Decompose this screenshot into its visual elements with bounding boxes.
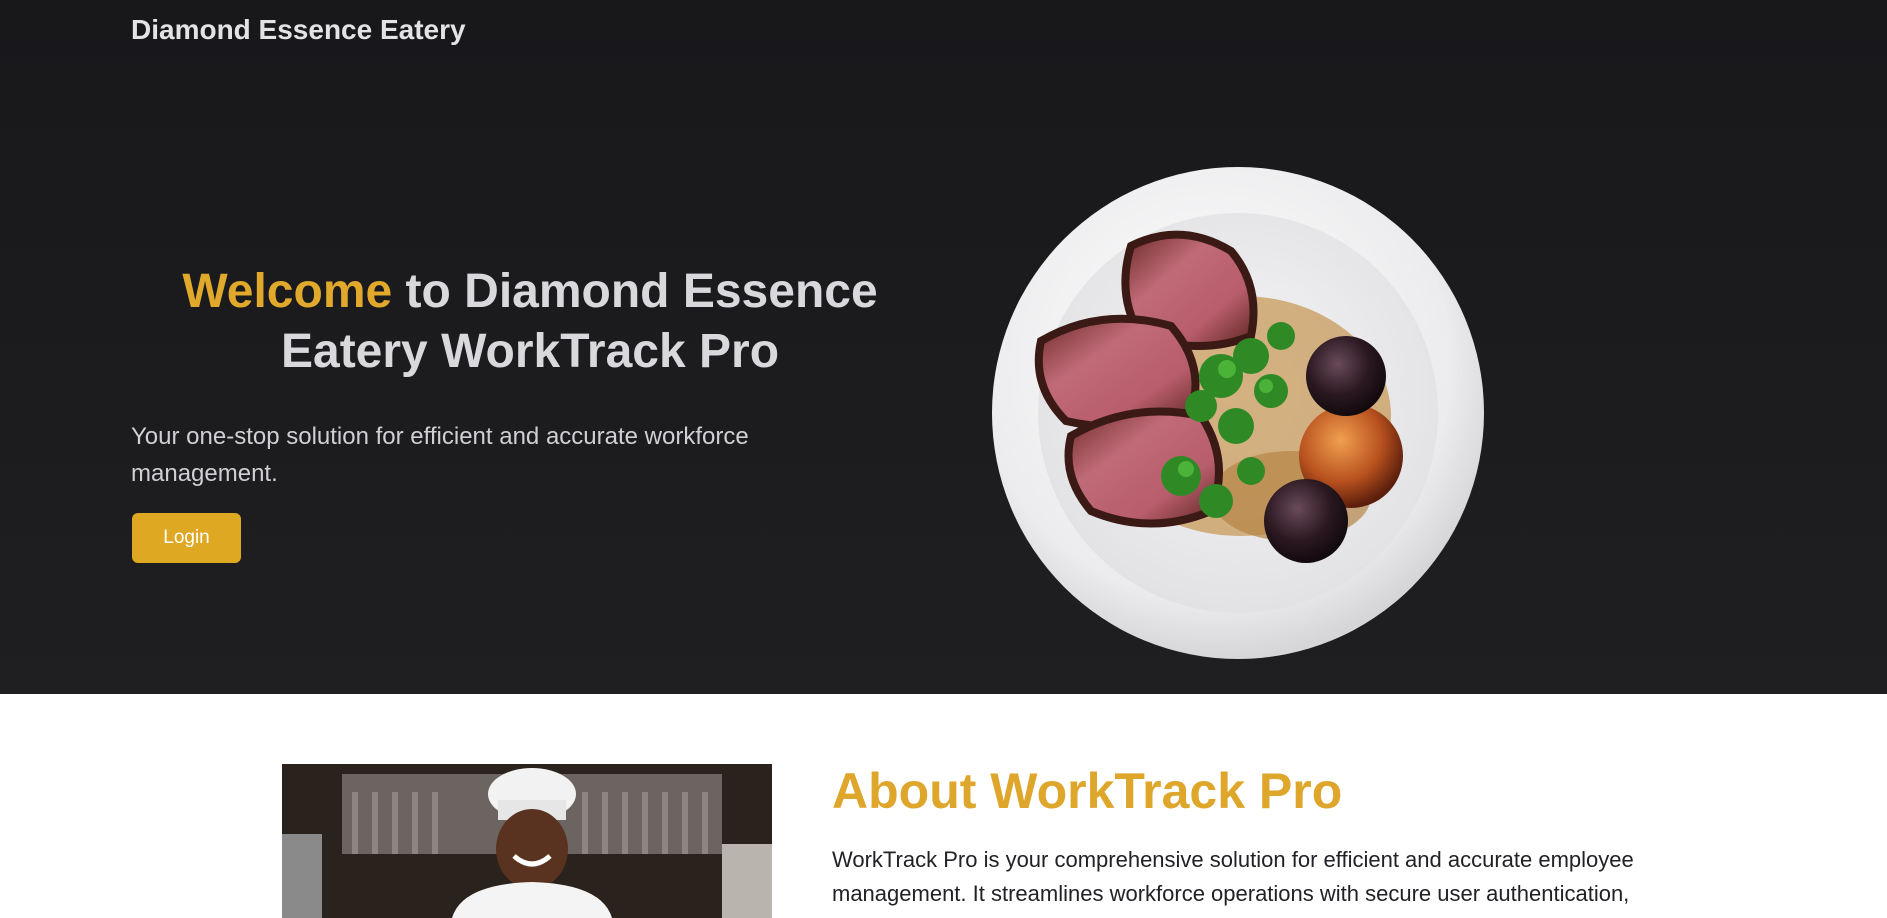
about-title: About WorkTrack Pro [832, 763, 1343, 819]
login-button[interactable]: Login [132, 513, 241, 563]
hero-section: Diamond Essence Eatery Welcome to Diamon… [0, 0, 1887, 694]
brand-name[interactable]: Diamond Essence Eatery [131, 14, 466, 46]
hero-food-plate-image [992, 167, 1484, 659]
chef-image [282, 764, 772, 918]
hero-title: Welcome to Diamond Essence Eatery WorkTr… [150, 262, 910, 382]
hero-subtitle: Your one-stop solution for efficient and… [131, 423, 749, 487]
about-body: WorkTrack Pro is your comprehensive solu… [832, 847, 1634, 906]
hero-title-accent: Welcome [182, 265, 393, 318]
